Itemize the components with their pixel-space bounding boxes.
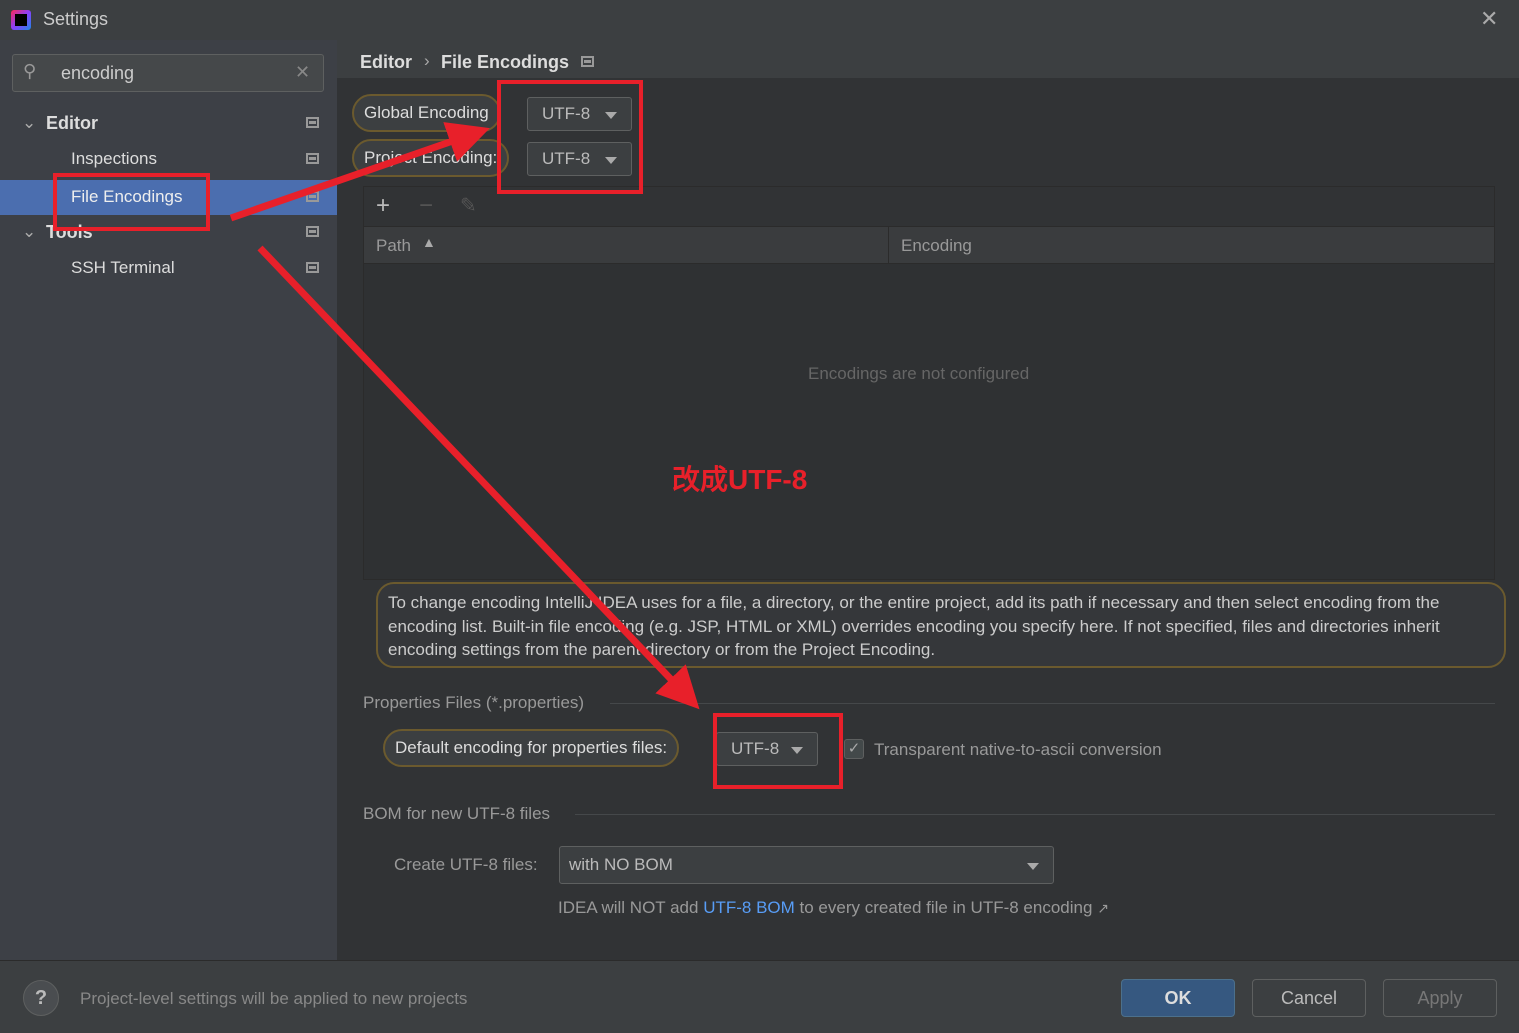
annotation-box — [53, 173, 210, 231]
annotation-arrow — [257, 245, 700, 710]
annotation-box — [713, 713, 843, 789]
annotation-text: 改成UTF-8 — [672, 464, 808, 495]
annotation-box — [497, 80, 643, 194]
annotation-overlay — [53, 80, 843, 789]
annotation-arrow — [229, 122, 490, 222]
